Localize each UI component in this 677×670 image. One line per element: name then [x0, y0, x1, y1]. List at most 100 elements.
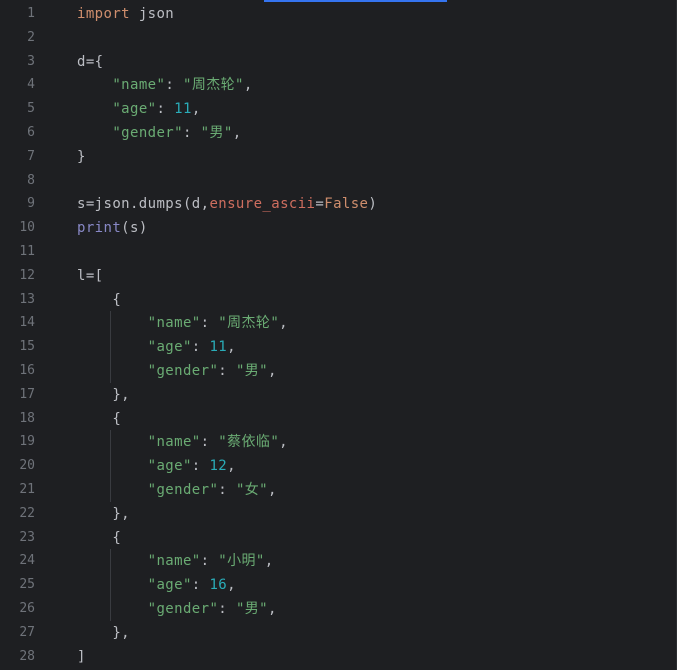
code-line[interactable]: 2: [0, 26, 677, 50]
line-number: 20: [19, 458, 35, 474]
code-text: l=[: [77, 264, 104, 288]
code-token: s=json.dumps(d,: [77, 196, 210, 213]
line-number: 25: [19, 577, 35, 593]
code-token: ,: [243, 77, 253, 94]
code-token: ,: [232, 125, 242, 141]
code-text: ]: [77, 645, 86, 669]
code-token: json: [129, 6, 175, 22]
line-number: 2: [27, 29, 35, 45]
code-token: {: [77, 291, 122, 308]
code-line[interactable]: 18 {: [0, 407, 677, 431]
code-line[interactable]: 23 {: [0, 526, 677, 550]
code-token: "gender": [147, 363, 219, 379]
code-token: "蔡依临": [218, 434, 280, 451]
code-text: "name": "周杰轮",: [77, 311, 288, 335]
line-number: 15: [19, 339, 35, 355]
code-line[interactable]: 14 "name": "周杰轮",: [0, 311, 677, 335]
code-token: },: [77, 624, 130, 641]
code-token: "周杰轮": [182, 77, 244, 94]
code-line[interactable]: 22 },: [0, 502, 677, 526]
code-token: "name": [147, 315, 201, 332]
code-token: :: [218, 482, 236, 498]
code-line[interactable]: 7}: [0, 145, 677, 169]
line-number: 7: [27, 148, 35, 164]
code-token: "name": [147, 434, 201, 451]
code-text: print(s): [77, 216, 148, 240]
line-number: 1: [27, 6, 35, 21]
code-token: print: [77, 220, 122, 237]
line-number: 11: [19, 244, 35, 259]
code-text: s=json.dumps(d,ensure_ascii=False): [77, 192, 377, 216]
line-number: 28: [19, 648, 35, 664]
code-line[interactable]: 28]: [0, 645, 677, 669]
code-token: "男": [200, 125, 233, 141]
code-token: ,: [191, 101, 201, 118]
code-line[interactable]: 9 s=json.dumps(d,ensure_ascii=False): [0, 192, 677, 216]
code-token: 11: [209, 339, 228, 356]
line-number: 3: [27, 53, 35, 69]
code-line[interactable]: 1 import json: [0, 2, 677, 26]
code-line[interactable]: 17 },: [0, 383, 677, 407]
code-token: 12: [209, 458, 228, 475]
code-token: 16: [209, 577, 228, 594]
code-text: import json: [77, 2, 174, 26]
code-token: "gender": [112, 125, 183, 141]
code-token: :: [191, 339, 210, 356]
code-text: "gender": "女",: [77, 478, 277, 502]
code-token: :: [156, 101, 175, 118]
line-number: 22: [19, 505, 35, 521]
code-token: "age": [112, 101, 157, 118]
code-line[interactable]: 13 {: [0, 288, 677, 312]
code-line[interactable]: 8: [0, 169, 677, 193]
code-line[interactable]: 24 "name": "小明",: [0, 549, 677, 573]
code-token: }: [77, 148, 86, 165]
code-line[interactable]: 16 "gender": "男",: [0, 359, 677, 383]
code-line[interactable]: 11: [0, 240, 677, 264]
line-number: 5: [27, 101, 35, 117]
code-token: ,: [227, 577, 236, 594]
code-token: "gender": [147, 482, 219, 498]
code-line[interactable]: 10 print(s): [0, 216, 677, 240]
line-number: 27: [19, 624, 35, 640]
code-text: },: [77, 383, 130, 407]
code-token: "name": [112, 77, 166, 94]
code-line[interactable]: 19 "name": "蔡依临",: [0, 430, 677, 454]
line-number: 24: [19, 553, 35, 569]
code-line[interactable]: 27 },: [0, 621, 677, 645]
code-editor[interactable]: 1 import json 2 3 d={4 "name": "周杰轮", 5 "age"…: [0, 0, 677, 670]
code-line[interactable]: 26 "gender": "男",: [0, 597, 677, 621]
code-text: "name": "小明",: [77, 549, 274, 573]
code-line[interactable]: 15 "age": 11,: [0, 335, 677, 359]
code-token: ,: [268, 482, 277, 498]
code-token: ): [368, 196, 378, 213]
code-text: {: [77, 407, 121, 431]
code-token: "age": [147, 339, 192, 356]
code-token: "name": [147, 553, 201, 570]
code-line[interactable]: 6 "gender": "男",: [0, 121, 677, 145]
code-line[interactable]: 12 l=[: [0, 264, 677, 288]
code-token: "周杰轮": [218, 315, 280, 332]
code-line[interactable]: 25 "age": 16,: [0, 573, 677, 597]
code-token: =: [315, 196, 325, 213]
code-line[interactable]: 21 "gender": "女",: [0, 478, 677, 502]
line-number: 6: [27, 125, 35, 140]
code-text: {: [77, 526, 121, 550]
line-number: 14: [19, 315, 35, 331]
code-text: "age": 16,: [77, 573, 236, 597]
code-token: "gender": [147, 601, 219, 617]
code-text: "age": 11,: [77, 335, 236, 359]
code-line[interactable]: 5 "age": 11,: [0, 97, 677, 121]
code-text: }: [77, 145, 86, 169]
code-line[interactable]: 20 "age": 12,: [0, 454, 677, 478]
code-line[interactable]: 3 d={: [0, 50, 677, 74]
code-line[interactable]: 4 "name": "周杰轮",: [0, 73, 677, 97]
code-text: "gender": "男",: [77, 121, 242, 145]
